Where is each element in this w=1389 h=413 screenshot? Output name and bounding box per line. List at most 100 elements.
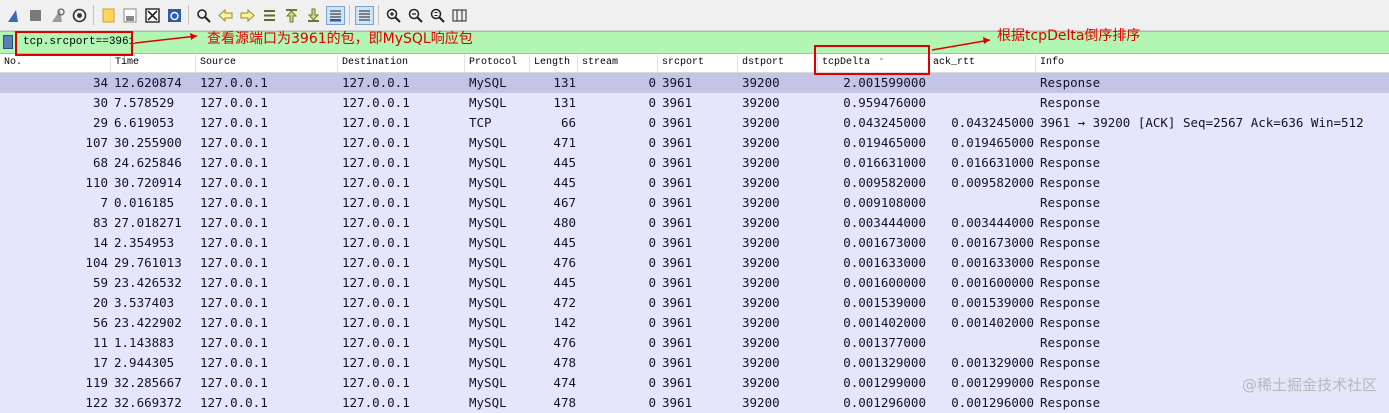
cell-stream: 0	[648, 155, 656, 170]
cell-stream: 0	[648, 175, 656, 190]
bookmark-icon[interactable]	[3, 35, 13, 49]
cell-ack-rtt	[929, 333, 1034, 353]
cell-info: Response	[1040, 215, 1101, 230]
cell-srcport: 3961	[662, 275, 693, 290]
autoscroll-icon[interactable]	[325, 5, 345, 25]
cell-srcport: 3961	[662, 115, 693, 130]
column-header-protocol[interactable]: Protocol	[465, 54, 530, 72]
cell-protocol: TCP	[469, 115, 492, 130]
packet-row[interactable]: 68 24.625846 127.0.0.1 127.0.0.1 MySQL 445 0 39…	[0, 153, 1389, 173]
cell-tcpdelta: 0.001633000	[843, 255, 926, 270]
cell-dstport: 39200	[742, 235, 780, 250]
cell-protocol: MySQL	[469, 375, 507, 390]
cell-info: Response	[1040, 255, 1101, 270]
column-header-stream[interactable]: stream	[578, 54, 658, 72]
cell-protocol: MySQL	[469, 95, 507, 110]
cell-no: 119	[85, 375, 108, 390]
cell-ack-rtt: 0.001296000	[951, 395, 1034, 410]
restart-capture-icon[interactable]	[48, 6, 67, 25]
filter-highlight-box	[15, 31, 133, 56]
packet-row[interactable]: 83 27.018271 127.0.0.1 127.0.0.1 MySQL 480 0 39…	[0, 213, 1389, 233]
packet-row[interactable]: 17 2.944305 127.0.0.1 127.0.0.1 MySQL 478 0 396…	[0, 353, 1389, 373]
packet-row[interactable]: 7 0.016185 127.0.0.1 127.0.0.1 MySQL 467 0 3961…	[0, 193, 1389, 213]
column-header-destination[interactable]: Destination	[338, 54, 465, 72]
reload-file-icon[interactable]	[165, 6, 184, 25]
stop-capture-icon[interactable]	[26, 6, 45, 25]
cell-time: 3.537403	[114, 295, 175, 310]
packet-row[interactable]: 104 29.761013 127.0.0.1 127.0.0.1 MySQL 476 0 3…	[0, 253, 1389, 273]
zoom-normal-icon[interactable]	[428, 6, 447, 25]
packet-row[interactable]: 56 23.422902 127.0.0.1 127.0.0.1 MySQL 142 0 39…	[0, 313, 1389, 333]
cell-ack-rtt: 0.001600000	[951, 275, 1034, 290]
cell-no: 56	[92, 315, 108, 330]
cell-length: 474	[553, 375, 576, 390]
go-back-icon[interactable]	[216, 6, 235, 25]
cell-tcpdelta: 0.001600000	[843, 275, 926, 290]
cell-info: Response	[1040, 295, 1101, 310]
packet-row[interactable]: 11 1.143883 127.0.0.1 127.0.0.1 MySQL 476 0 396…	[0, 333, 1389, 353]
shark-fin-icon[interactable]	[4, 6, 23, 25]
cell-no: 110	[85, 175, 108, 190]
cell-srcport: 3961	[662, 135, 693, 150]
cell-ack-rtt	[929, 193, 1034, 213]
packet-row[interactable]: 107 30.255900 127.0.0.1 127.0.0.1 MySQL 471 0 3…	[0, 133, 1389, 153]
go-to-packet-icon[interactable]	[260, 6, 279, 25]
column-header-no[interactable]: No.	[0, 54, 111, 72]
cell-protocol: MySQL	[469, 255, 507, 270]
cell-tcpdelta: 2.001599000	[843, 75, 926, 90]
packet-row[interactable]: 59 23.426532 127.0.0.1 127.0.0.1 MySQL 445 0 39…	[0, 273, 1389, 293]
packet-row[interactable]: 30 7.578529 127.0.0.1 127.0.0.1 MySQL 131 0 396…	[0, 93, 1389, 113]
column-header-length[interactable]: Length	[530, 54, 578, 72]
cell-protocol: MySQL	[469, 195, 507, 210]
cell-dstport: 39200	[742, 295, 780, 310]
cell-srcport: 3961	[662, 75, 693, 90]
packet-row[interactable]: 122 32.669372 127.0.0.1 127.0.0.1 MySQL 478 0 3…	[0, 393, 1389, 413]
cell-destination: 127.0.0.1	[342, 275, 410, 290]
cell-destination: 127.0.0.1	[342, 335, 410, 350]
go-last-icon[interactable]	[304, 6, 323, 25]
colorize-icon[interactable]	[354, 5, 374, 25]
packet-row[interactable]: 110 30.720914 127.0.0.1 127.0.0.1 MySQL 445 0 3…	[0, 173, 1389, 193]
zoom-out-icon[interactable]	[406, 6, 425, 25]
cell-tcpdelta: 0.016631000	[843, 155, 926, 170]
cell-srcport: 3961	[662, 295, 693, 310]
close-file-icon[interactable]	[143, 6, 162, 25]
cell-ack-rtt	[929, 93, 1034, 113]
cell-no: 17	[92, 355, 108, 370]
cell-tcpdelta: 0.959476000	[843, 95, 926, 110]
cell-info: Response	[1040, 235, 1101, 250]
find-packet-icon[interactable]	[194, 6, 213, 25]
packet-row[interactable]: 14 2.354953 127.0.0.1 127.0.0.1 MySQL 445 0 396…	[0, 233, 1389, 253]
capture-options-icon[interactable]	[70, 6, 89, 25]
open-file-icon[interactable]	[99, 6, 118, 25]
column-header-time[interactable]: Time	[111, 54, 196, 72]
cell-length: 480	[553, 215, 576, 230]
column-header-info[interactable]: Info	[1036, 54, 1389, 72]
cell-stream: 0	[648, 375, 656, 390]
cell-srcport: 3961	[662, 335, 693, 350]
zoom-in-icon[interactable]	[384, 6, 403, 25]
column-header-dstport[interactable]: dstport	[738, 54, 818, 72]
cell-no: 68	[92, 155, 108, 170]
column-header-ack-rtt[interactable]: ack_rtt	[929, 54, 1036, 72]
resize-columns-icon[interactable]	[450, 6, 469, 25]
cell-time: 7.578529	[114, 95, 175, 110]
go-first-icon[interactable]	[282, 6, 301, 25]
go-forward-icon[interactable]	[238, 6, 257, 25]
column-header-srcport[interactable]: srcport	[658, 54, 738, 72]
packet-row[interactable]: 29 6.619053 127.0.0.1 127.0.0.1 TCP 66 0 3961 39…	[0, 113, 1389, 133]
packet-row[interactable]: 34 12.620874 127.0.0.1 127.0.0.1 MySQL 131 0 39…	[0, 73, 1389, 93]
cell-no: 59	[92, 275, 108, 290]
cell-source: 127.0.0.1	[200, 155, 268, 170]
cell-stream: 0	[648, 75, 656, 90]
packet-row[interactable]: 119 32.285667 127.0.0.1 127.0.0.1 MySQL 474 0 3…	[0, 373, 1389, 393]
cell-source: 127.0.0.1	[200, 395, 268, 410]
cell-length: 445	[553, 235, 576, 250]
cell-ack-rtt: 0.016631000	[951, 155, 1034, 170]
cell-ack-rtt: 0.003444000	[951, 215, 1034, 230]
toolbar-separator	[188, 5, 189, 25]
cell-length: 142	[553, 315, 576, 330]
column-header-source[interactable]: Source	[196, 54, 338, 72]
save-file-icon[interactable]	[121, 6, 140, 25]
packet-row[interactable]: 20 3.537403 127.0.0.1 127.0.0.1 MySQL 472 0 396…	[0, 293, 1389, 313]
